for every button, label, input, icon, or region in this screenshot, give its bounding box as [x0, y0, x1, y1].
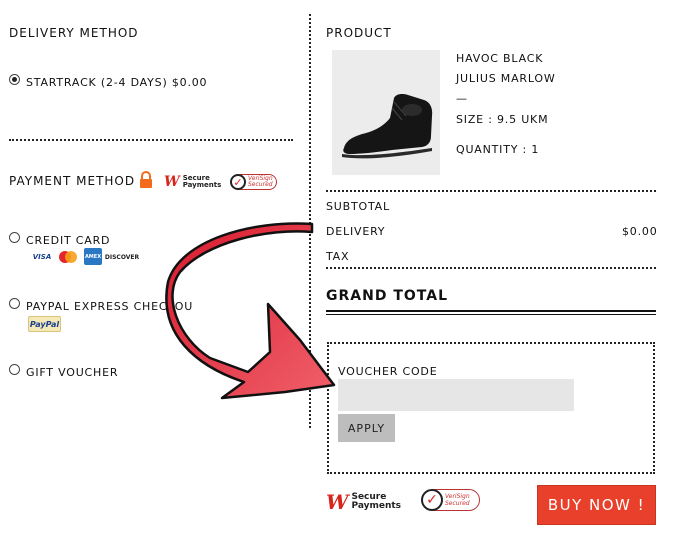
voucher-code-input[interactable] [338, 379, 574, 411]
paypal-label: PAYPAL EXPRESS CHECKOU [26, 300, 194, 313]
paypal-badge: PayPal [28, 316, 61, 332]
secure-badge-line2: Payments [182, 181, 222, 189]
verisign-line2: Secured [248, 181, 273, 188]
verisign-check-icon: ✓ [230, 174, 246, 190]
visa-icon: VISA [31, 250, 53, 264]
summary-divider [326, 267, 656, 269]
footer-secure-line2: Payments [351, 501, 402, 511]
discover-icon: DISCOVER [105, 250, 139, 264]
westpac-logo-icon: W [164, 174, 180, 190]
product-heading: PRODUCT [326, 26, 392, 40]
tax-label: TAX [326, 250, 350, 263]
footer-secure-payments-badge: W Secure Payments [326, 490, 401, 514]
footer-verisign-badge: ✓ VeriSign Secured [421, 489, 480, 511]
credit-card-label: CREDIT CARD [26, 234, 111, 247]
left-divider [9, 139, 293, 141]
product-name-line1: HAVOC BLACK [456, 52, 544, 65]
voucher-code-label: VOUCHER CODE [338, 365, 438, 378]
product-divider [326, 190, 656, 192]
delivery-value: $0.00 [622, 225, 658, 238]
delivery-label: DELIVERY [326, 225, 386, 238]
delivery-method-heading: DELIVERY METHOD [9, 26, 139, 40]
gift-voucher-radio[interactable] [9, 364, 20, 375]
delivery-startrack-radio[interactable] [9, 74, 20, 85]
grand-total-label: GRAND TOTAL [326, 288, 448, 304]
footer-verisign-check-icon: ✓ [421, 489, 443, 511]
gift-voucher-label: GIFT VOUCHER [26, 366, 119, 379]
apply-button[interactable]: APPLY [338, 414, 395, 442]
paypal-radio[interactable] [9, 298, 20, 309]
product-quantity: QUANTITY : 1 [456, 143, 540, 156]
shoe-image [332, 50, 440, 175]
footer-verisign-line2: Secured [445, 500, 470, 507]
grand-total-rule-bottom [326, 314, 656, 315]
lock-icon [139, 171, 153, 189]
payment-method-heading: PAYMENT METHOD [9, 174, 136, 188]
delivery-startrack-label: STARTRACK (2-4 DAYS) $0.00 [26, 76, 208, 89]
product-dash: — [456, 92, 468, 105]
product-size: SIZE : 9.5 UKM [456, 113, 549, 126]
amex-icon: AMEX [84, 248, 102, 265]
product-name-line2: JULIUS MARLOW [456, 72, 556, 85]
verisign-badge: ✓ VeriSign Secured [230, 174, 277, 190]
subtotal-label: SUBTOTAL [326, 200, 390, 213]
grand-total-rule-top [326, 310, 656, 312]
footer-westpac-logo-icon: W [326, 490, 349, 514]
credit-card-radio[interactable] [9, 232, 20, 243]
column-divider [309, 14, 311, 428]
footer-verisign-line1: VeriSign [445, 493, 470, 500]
mastercard-icon [57, 250, 79, 264]
buy-now-button[interactable]: BUY NOW ! [537, 485, 656, 525]
secure-payments-badge: W Secure Payments [164, 174, 221, 190]
